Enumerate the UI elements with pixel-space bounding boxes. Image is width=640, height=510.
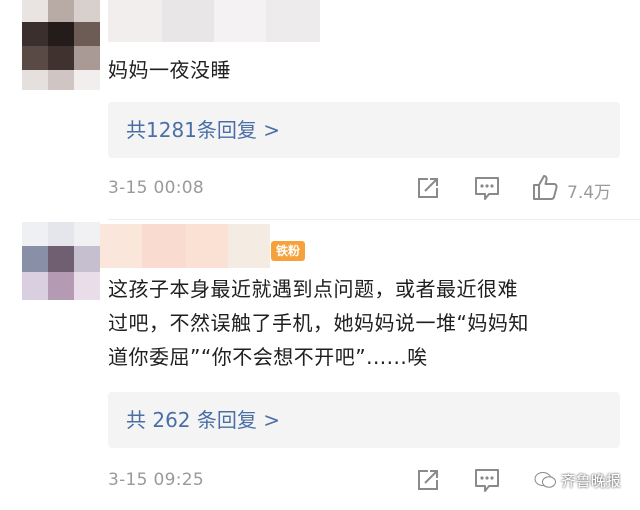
view-replies-link[interactable]: 共 262 条回复 > [126,404,280,433]
fan-badge: 铁粉 [271,241,306,261]
avatar[interactable] [22,222,102,302]
replies-box[interactable]: 共1281条回复 > [108,102,620,158]
username[interactable] [100,224,270,268]
comment-divider [108,219,640,220]
comment-text-line-2: 过吧，不然误触了手机，她妈妈说一堆“妈妈知 [108,311,529,335]
comment-text-line-1: 这孩子本身最近就遇到点问题，或者最近很难 [108,277,518,301]
avatar[interactable] [22,0,102,90]
like-count: 7.4万 [567,183,612,203]
comment-text: 妈妈一夜没睡 [108,58,231,82]
watermark: 齐鲁晚报 [534,470,621,491]
share-icon[interactable] [414,174,442,202]
view-replies-link[interactable]: 共1281条回复 > [126,114,280,143]
comment-icon[interactable] [472,466,502,494]
comment-text: 这孩子本身最近就遇到点问题，或者最近很难 过吧，不然误触了手机，她妈妈说一堆“妈… [108,272,628,374]
replies-box[interactable]: 共 262 条回复 > [108,392,620,448]
comment-timestamp: 3-15 09:25 [108,470,204,490]
comment-icon[interactable] [472,174,502,202]
thumbs-up-icon[interactable] [530,172,560,202]
username[interactable] [108,0,320,42]
watermark-text: 齐鲁晚报 [560,472,621,490]
comment-text-line-3: 道你委屈”“你不会想不开吧”......唉 [108,345,428,369]
wechat-icon [534,471,556,489]
comment-timestamp: 3-15 00:08 [108,178,204,198]
share-icon[interactable] [414,466,442,494]
